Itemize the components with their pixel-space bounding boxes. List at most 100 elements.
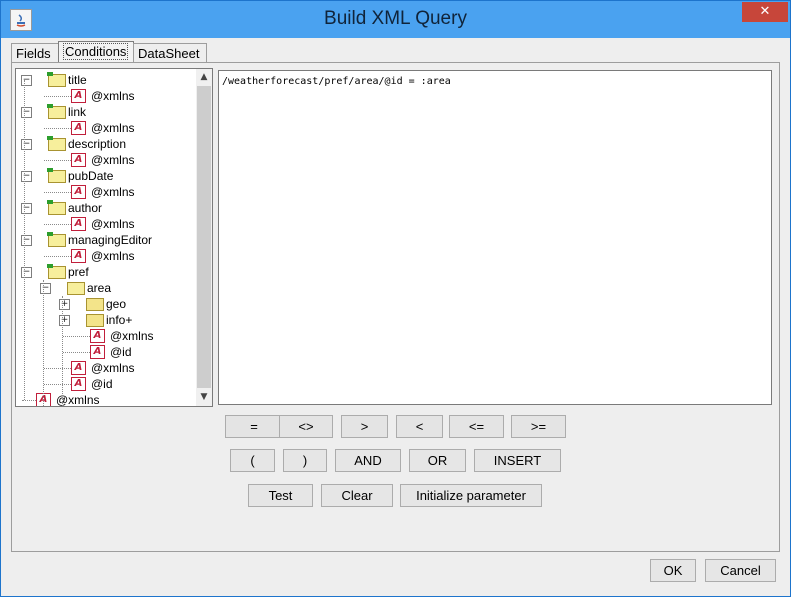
greater-equal-button[interactable]: >=: [511, 415, 566, 438]
close-button[interactable]: ✕: [742, 2, 788, 22]
expand-icon[interactable]: +: [59, 315, 70, 326]
scroll-down-icon[interactable]: ▼: [196, 389, 212, 406]
open-paren-button[interactable]: (: [230, 449, 275, 472]
collapse-icon[interactable]: −: [21, 75, 32, 86]
tree-content: − title A @xmlns − link A @xmlns − description A @x…: [16, 69, 196, 406]
attribute-icon: A: [71, 153, 86, 167]
conditions-panel: − title A @xmlns − link A @xmlns − description A @x…: [11, 62, 780, 552]
scroll-up-icon[interactable]: ▲: [196, 69, 212, 86]
tree-attribute-node[interactable]: A @xmlns: [16, 216, 196, 232]
tree-attribute-node[interactable]: A @xmlns: [16, 248, 196, 264]
not-equals-button[interactable]: <>: [279, 415, 333, 438]
tree-folder-node[interactable]: − pref: [16, 264, 196, 280]
test-button[interactable]: Test: [248, 484, 313, 507]
window-title: Build XML Query: [324, 8, 467, 29]
attribute-icon: A: [71, 89, 86, 103]
attribute-icon: A: [71, 185, 86, 199]
tree-attribute-node[interactable]: A @xmlns: [16, 120, 196, 136]
tree-connector: [62, 296, 63, 406]
tree-node-label: author: [68, 201, 103, 215]
tree-node-label: @id: [91, 377, 113, 391]
tab-fields-label: Fields: [16, 46, 51, 61]
tree-attribute-node[interactable]: A @xmlns: [16, 184, 196, 200]
folder-icon: [47, 104, 66, 119]
tree-folder-node[interactable]: − title: [16, 72, 196, 88]
folder-icon: [47, 200, 66, 215]
tree-node-label: @xmlns: [91, 249, 135, 263]
tab-datasheet[interactable]: DataSheet: [133, 43, 207, 63]
less-than-button[interactable]: <: [396, 415, 443, 438]
element-marker-icon: [47, 264, 53, 268]
tree-connector: [44, 192, 71, 193]
collapse-icon[interactable]: −: [21, 107, 32, 118]
attribute-icon: A: [90, 345, 105, 359]
collapse-icon[interactable]: −: [21, 171, 32, 182]
scroll-thumb[interactable]: [197, 86, 211, 388]
collapse-icon[interactable]: −: [21, 139, 32, 150]
less-equal-button[interactable]: <=: [449, 415, 504, 438]
title-bar: Build XML Query ✕: [1, 1, 790, 38]
collapse-icon[interactable]: −: [21, 235, 32, 246]
tree-connector: [44, 128, 71, 129]
greater-than-button[interactable]: >: [341, 415, 388, 438]
clear-button[interactable]: Clear: [321, 484, 393, 507]
tab-datasheet-label: DataSheet: [138, 46, 200, 61]
close-paren-button[interactable]: ): [283, 449, 327, 472]
and-button[interactable]: AND: [335, 449, 401, 472]
tree-node-label: @xmlns: [110, 329, 154, 343]
insert-button[interactable]: INSERT: [474, 449, 561, 472]
tree-connector: [43, 280, 44, 406]
tree-node-label: title: [68, 73, 87, 87]
tree-connector: [63, 352, 90, 353]
tab-fields[interactable]: Fields: [11, 43, 59, 63]
attribute-icon: A: [90, 329, 105, 343]
folder-icon: [47, 168, 66, 183]
tree-folder-node[interactable]: − link: [16, 104, 196, 120]
folder-icon: [47, 136, 66, 151]
element-marker-icon: [47, 168, 53, 172]
collapse-icon[interactable]: −: [21, 203, 32, 214]
attribute-icon: A: [71, 377, 86, 391]
cancel-button[interactable]: Cancel: [705, 559, 776, 582]
collapse-icon[interactable]: −: [21, 267, 32, 278]
attribute-icon: A: [71, 361, 86, 375]
tab-conditions[interactable]: Conditions: [58, 41, 134, 63]
tree-node-label: @xmlns: [91, 361, 135, 375]
close-icon: ✕: [759, 4, 771, 19]
element-marker-icon: [47, 72, 53, 76]
tree-attribute-node[interactable]: A @xmlns: [16, 88, 196, 104]
tree-scrollbar[interactable]: ▲ ▼: [196, 69, 212, 406]
collapse-icon[interactable]: −: [40, 283, 51, 294]
dialog-client-area: Fields Conditions DataSheet − title A @xmln…: [8, 38, 783, 589]
ok-button[interactable]: OK: [650, 559, 696, 582]
attribute-icon: A: [71, 217, 86, 231]
expand-icon[interactable]: +: [59, 299, 70, 310]
tree-connector: [44, 384, 71, 385]
tree-folder-node[interactable]: − managingEditor: [16, 232, 196, 248]
attribute-icon: A: [71, 249, 86, 263]
or-button[interactable]: OR: [409, 449, 466, 472]
query-text: /weatherforecast/pref/area/@id = :area: [222, 76, 451, 87]
tab-conditions-label: Conditions: [63, 43, 129, 60]
element-marker-icon: [47, 104, 53, 108]
folder-icon: [47, 232, 66, 247]
tree-folder-node[interactable]: − description: [16, 136, 196, 152]
query-text-area[interactable]: /weatherforecast/pref/area/@id = :area: [218, 70, 772, 405]
equals-button[interactable]: =: [225, 415, 283, 438]
folder-icon: [86, 298, 104, 311]
initialize-parameter-button[interactable]: Initialize parameter: [400, 484, 542, 507]
tree-connector: [24, 80, 25, 400]
tree-node-label: link: [68, 105, 87, 119]
tree-node-label: info+: [106, 313, 133, 327]
tree-connector: [22, 400, 36, 401]
xml-structure-tree[interactable]: − title A @xmlns − link A @xmlns − description A @x…: [15, 68, 213, 407]
folder-icon: [86, 314, 104, 327]
tree-connector: [44, 224, 71, 225]
tree-node-label: description: [68, 137, 127, 151]
tree-folder-node[interactable]: − pubDate: [16, 168, 196, 184]
build-xml-query-window: Build XML Query ✕ Fields Conditions Data…: [0, 0, 791, 597]
tree-attribute-node[interactable]: A @xmlns: [16, 152, 196, 168]
tree-node-label: @xmlns: [91, 89, 135, 103]
tree-folder-node[interactable]: − author: [16, 200, 196, 216]
tree-connector: [44, 160, 71, 161]
